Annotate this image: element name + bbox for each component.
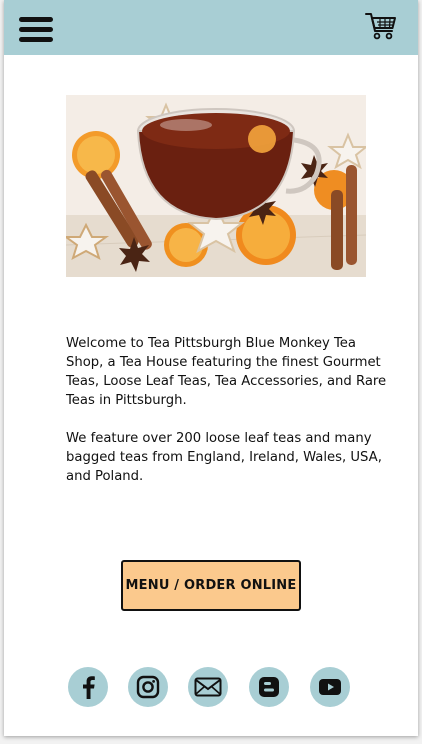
shopping-cart-icon[interactable] [364,10,398,42]
intro-text: Welcome to Tea Pittsburgh Blue Monkey Te… [66,334,396,505]
email-icon[interactable] [188,667,228,707]
menu-order-online-button[interactable]: MENU / ORDER ONLINE [121,560,301,611]
intro-paragraph-2: We feature over 200 loose leaf teas and … [66,431,382,484]
hamburger-menu-icon[interactable] [19,15,53,43]
hero-image [66,95,366,277]
social-links [68,667,368,707]
facebook-icon[interactable] [68,667,108,707]
youtube-icon[interactable] [310,667,350,707]
instagram-icon[interactable] [128,667,168,707]
page-frame: Welcome to Tea Pittsburgh Blue Monkey Te… [4,0,418,736]
blogger-icon[interactable] [249,667,289,707]
intro-paragraph-1: Welcome to Tea Pittsburgh Blue Monkey Te… [66,336,387,408]
site-header [4,0,418,55]
